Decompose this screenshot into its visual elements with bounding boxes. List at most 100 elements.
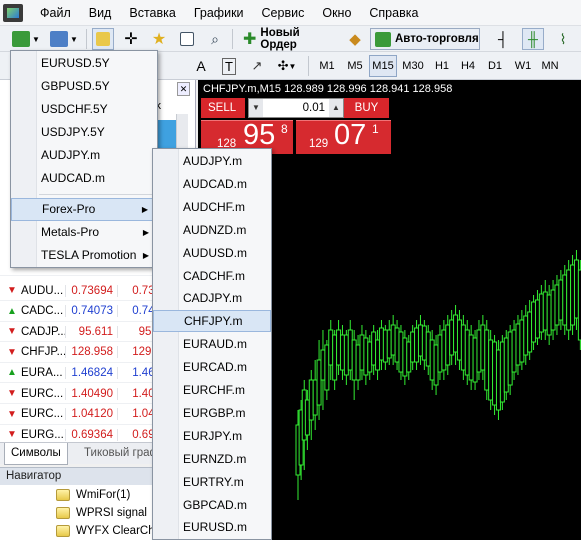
menu-item-forex-symbol[interactable]: AUDUSD.m: [153, 242, 271, 264]
forex-pro-submenu: AUDJPY.m AUDCAD.m AUDCHF.m AUDNZD.m AUDUSD.m…: [152, 148, 272, 540]
menu-item-label: Metals-Pro: [41, 225, 100, 239]
menu-view[interactable]: Вид: [80, 0, 121, 26]
menu-item-forex-symbol[interactable]: EURJPY.m: [153, 425, 271, 447]
terminal-button[interactable]: [176, 28, 198, 50]
menu-item-forex-symbol[interactable]: AUDJPY.m: [153, 150, 271, 172]
menu-item-symbol[interactable]: AUDCAD.m: [11, 167, 157, 190]
objects-icon: ✣: [277, 58, 289, 73]
menu-item-symbol[interactable]: EURUSD.5Y: [11, 52, 157, 75]
menu-item-symbol[interactable]: GBPUSD.5Y: [11, 75, 157, 98]
timeframe-m15[interactable]: M15: [369, 55, 397, 77]
candle-body: [394, 327, 400, 363]
market-watch-toggle-button[interactable]: [92, 28, 114, 50]
candle-body: [433, 344, 439, 386]
symbol-cell: EURC...: [21, 387, 64, 400]
candle-body: [343, 334, 349, 376]
menu-charts[interactable]: Графики: [185, 0, 253, 26]
menu-item-symbol[interactable]: USDCHF.5Y: [11, 98, 157, 121]
symbol-dropdown-menu: EURUSD.5Y GBPUSD.5Y USDCHF.5Y USDJPY.5Y …: [10, 50, 158, 268]
crosshair-button[interactable]: ✛: [120, 28, 142, 50]
candlestick-button[interactable]: ╫: [522, 28, 544, 50]
menu-item-symbol[interactable]: AUDJPY.m: [11, 144, 157, 167]
timeframe-mn[interactable]: MN: [537, 55, 563, 77]
chevron-down-icon: ▼: [288, 61, 297, 71]
favorites-button[interactable]: ★: [148, 28, 170, 50]
menu-item-forex-symbol[interactable]: EURAUD.m: [153, 333, 271, 355]
buy-button[interactable]: BUY: [344, 98, 389, 118]
new-chart-icon: [12, 31, 31, 47]
chart-title: CHFJPY.m,M15 128.989 128.996 128.941 128…: [203, 83, 453, 95]
menu-item-forex-symbol[interactable]: EURGBP.m: [153, 402, 271, 424]
menu-item-forex-symbol[interactable]: AUDNZD.m: [153, 219, 271, 241]
strategy-tester-button[interactable]: ⌕: [204, 28, 226, 50]
bar-chart-button[interactable]: ┤: [492, 28, 514, 50]
timeframe-w1[interactable]: W1: [510, 55, 536, 77]
label-tool-button[interactable]: T: [218, 55, 240, 77]
menu-insert[interactable]: Вставка: [120, 0, 184, 26]
tab-symbols[interactable]: Символы: [4, 443, 68, 465]
line-chart-button[interactable]: ⌇: [552, 28, 574, 50]
menu-item-forex-symbol[interactable]: EURUSD.m: [153, 516, 271, 538]
navigator-item[interactable]: WmiFor(1): [56, 486, 130, 504]
terminal-icon: [180, 32, 194, 46]
metaeditor-button[interactable]: ◆: [344, 28, 366, 50]
menu-bar: Файл Вид Вставка Графики Сервис Окно Спр…: [0, 0, 581, 26]
menu-item-forex-symbol[interactable]: EURCAD.m: [153, 356, 271, 378]
menu-item-symbol[interactable]: USDJPY.5Y: [11, 121, 157, 144]
symbol-cell: EURC...: [21, 408, 64, 421]
buy-price-point: 1: [372, 122, 379, 136]
profiles-icon: [50, 31, 69, 47]
sell-button[interactable]: SELL: [201, 98, 245, 118]
timeframe-m30[interactable]: M30: [399, 55, 427, 77]
arrow-down-icon: ▼: [7, 388, 17, 399]
auto-trading-button[interactable]: Авто-торговля: [370, 28, 480, 50]
crosshair-icon: ✛: [124, 31, 138, 48]
profiles-button[interactable]: ▼: [48, 28, 80, 50]
timeframe-m5[interactable]: M5: [342, 55, 368, 77]
menu-item-forex-pro[interactable]: Forex-Pro ▶: [11, 198, 157, 221]
arrow-tool-button[interactable]: ↗: [246, 55, 268, 77]
menu-item-forex-symbol[interactable]: CADCHF.m: [153, 265, 271, 287]
menu-item-forex-symbol[interactable]: EURNZD.m: [153, 448, 271, 470]
menu-item-forex-symbol[interactable]: EURTRY.m: [153, 471, 271, 493]
menu-help[interactable]: Справка: [360, 0, 427, 26]
new-chart-button[interactable]: ▼: [10, 28, 42, 50]
menu-file[interactable]: Файл: [31, 0, 80, 26]
spinner-down-icon[interactable]: ▼: [249, 99, 263, 117]
timeframe-m1[interactable]: M1: [314, 55, 340, 77]
script-icon: [56, 489, 70, 501]
bid-cell: 128.958: [65, 346, 117, 359]
menu-item-label: Forex-Pro: [42, 202, 96, 216]
more-objects-button[interactable]: ✣ ▼: [272, 55, 302, 77]
timeframe-h4[interactable]: H4: [455, 55, 481, 77]
menu-item-forex-symbol[interactable]: CHFJPY.m: [153, 310, 271, 333]
buy-price-display[interactable]: 129 07 1: [296, 119, 391, 154]
lot-size-field[interactable]: ▼ 0.01 ▲: [248, 98, 344, 118]
close-icon[interactable]: ✕: [177, 82, 190, 96]
spinner-up-icon[interactable]: ▲: [329, 99, 343, 117]
bar-chart-icon: ┤: [498, 31, 508, 47]
menu-item-forex-symbol[interactable]: AUDCHF.m: [153, 196, 271, 218]
menu-window[interactable]: Окно: [313, 0, 360, 26]
timeframe-d1[interactable]: D1: [482, 55, 508, 77]
menu-tools[interactable]: Сервис: [253, 0, 314, 26]
candle-body: [336, 329, 342, 366]
new-order-button[interactable]: ✚ Новый Ордер: [238, 27, 338, 51]
candle-body: [382, 329, 388, 363]
menu-item-forex-symbol[interactable]: AUDCAD.m: [153, 173, 271, 195]
navigator-item[interactable]: WYFX ClearCha: [56, 522, 161, 540]
menu-item-forex-symbol[interactable]: GBPCAD.m: [153, 494, 271, 516]
text-tool-button[interactable]: A: [190, 55, 212, 77]
menu-item-forex-symbol[interactable]: CADJPY.m: [153, 287, 271, 309]
navigator-item[interactable]: WPRSI signal: [56, 504, 147, 522]
candle-body: [363, 337, 369, 376]
line-chart-icon: ⌇: [559, 30, 567, 47]
menu-item-metals-pro[interactable]: Metals-Pro ▶: [11, 221, 157, 244]
menu-item-forex-symbol[interactable]: EURCHF.m: [153, 379, 271, 401]
candle-body: [304, 399, 310, 436]
candle-body: [324, 344, 330, 391]
candle-body: [460, 324, 466, 371]
timeframe-h1[interactable]: H1: [429, 55, 455, 77]
submenu-arrow-icon: ▶: [142, 228, 149, 237]
menu-item-tesla-promotion[interactable]: TESLA Promotion ▶: [11, 244, 157, 267]
